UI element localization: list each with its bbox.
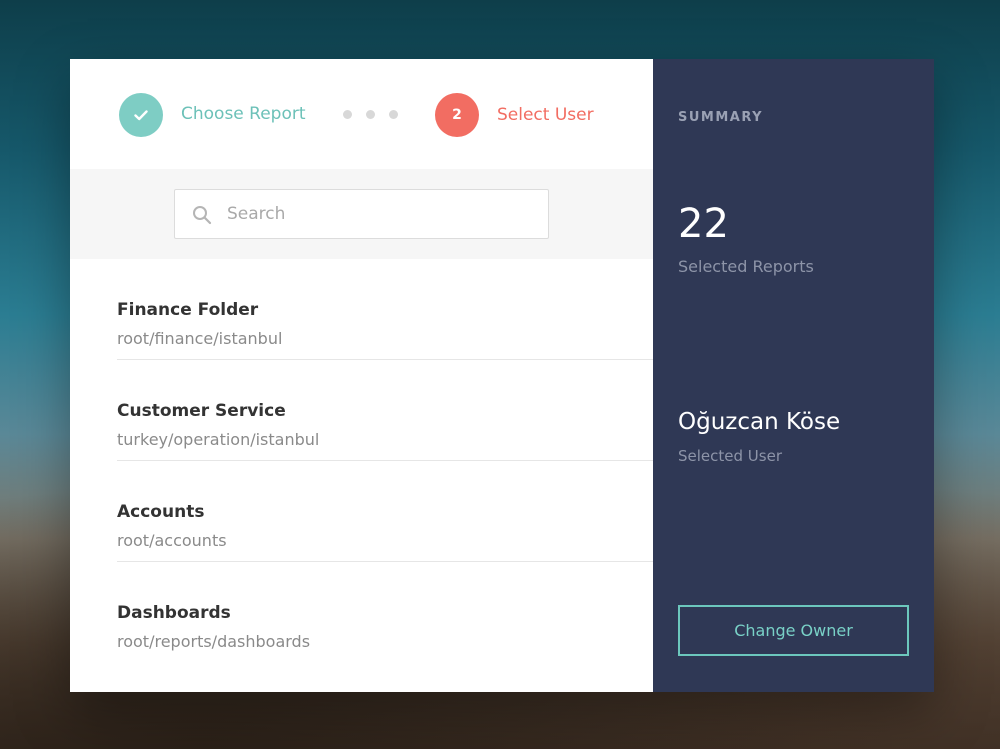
list-item-title: Customer Service <box>117 401 286 421</box>
stepper: Choose Report 2 Select User <box>70 59 653 169</box>
selected-reports-caption: Selected Reports <box>678 257 814 276</box>
change-owner-button[interactable]: Change Owner <box>678 605 909 656</box>
summary-panel: SUMMARY 22 Selected Reports Oğuzcan Köse… <box>653 59 934 692</box>
list-item[interactable]: Accounts root/accounts <box>117 461 653 562</box>
list-item-path: root/accounts <box>117 531 227 550</box>
step-2-active[interactable]: 2 <box>435 93 479 137</box>
step-1-label[interactable]: Choose Report <box>181 104 306 124</box>
step-2-label[interactable]: Select User <box>497 105 594 125</box>
search-icon <box>193 206 212 225</box>
list-item[interactable]: Finance Folder root/finance/istanbul <box>117 259 653 360</box>
list-item[interactable]: Dashboards root/reports/dashboards <box>117 562 653 663</box>
list-item-title: Accounts <box>117 502 205 522</box>
list-item[interactable]: Customer Service turkey/operation/istanb… <box>117 360 653 461</box>
selection-panel: Choose Report 2 Select User Finance Fold… <box>70 59 653 692</box>
step-progress-dot <box>389 110 398 119</box>
selected-user-name: Oğuzcan Köse <box>678 409 841 435</box>
report-list: Finance Folder root/finance/istanbul Cus… <box>117 259 653 663</box>
summary-heading: SUMMARY <box>678 110 764 125</box>
list-item-title: Dashboards <box>117 603 231 623</box>
list-item-path: root/reports/dashboards <box>117 632 311 651</box>
step-progress-dot <box>343 110 352 119</box>
step-progress-dot <box>366 110 375 119</box>
checkmark-icon <box>134 109 148 120</box>
search-input[interactable] <box>227 190 537 238</box>
selected-user-caption: Selected User <box>678 447 782 465</box>
step-1-completed[interactable] <box>119 93 163 137</box>
step-2-number: 2 <box>452 107 462 123</box>
list-item-title: Finance Folder <box>117 300 259 320</box>
search-box[interactable] <box>174 189 549 239</box>
list-item-path: turkey/operation/istanbul <box>117 430 320 449</box>
list-item-path: root/finance/istanbul <box>117 329 283 348</box>
dialog-card: Choose Report 2 Select User Finance Fold… <box>70 59 934 692</box>
search-bar <box>70 169 653 259</box>
selected-reports-count: 22 <box>678 201 729 247</box>
